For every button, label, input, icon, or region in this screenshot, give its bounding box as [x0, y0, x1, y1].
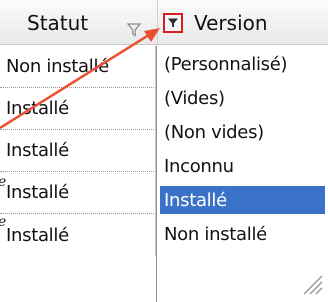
row-status: Installé: [6, 140, 69, 161]
filter-option[interactable]: (Non vides): [160, 118, 325, 146]
column-header-version[interactable]: Version: [158, 0, 328, 45]
filter-dropdown-list[interactable]: (Personnalisé) (Vides) (Non vides) Incon…: [156, 46, 328, 302]
table-row[interactable]: Installé: [0, 172, 156, 214]
grid-rows: Non installé Installé Installé Installé …: [0, 46, 156, 302]
funnel-filter-icon[interactable]: [127, 23, 141, 37]
column-header-version-label: Version: [194, 10, 268, 35]
filter-option-selected[interactable]: Installé: [160, 186, 325, 214]
column-header-statut-label: Statut: [27, 10, 89, 35]
grid-header: Statut Version: [0, 0, 328, 45]
side-text-fragment: e: [0, 174, 6, 190]
table-row[interactable]: Installé: [0, 214, 156, 256]
row-status: Installé: [6, 98, 69, 119]
row-status: Non installé: [6, 56, 109, 77]
filter-option[interactable]: (Vides): [160, 84, 325, 112]
table-row[interactable]: Installé: [0, 88, 156, 130]
table-row[interactable]: Installé: [0, 130, 156, 172]
column-header-statut[interactable]: Statut: [0, 0, 158, 45]
filter-option[interactable]: (Personnalisé): [160, 50, 325, 78]
filter-option[interactable]: Inconnu: [160, 152, 325, 180]
row-status: Installé: [6, 224, 69, 246]
filter-option[interactable]: Non installé: [160, 220, 325, 248]
resize-grip-icon[interactable]: [296, 268, 324, 296]
table-row[interactable]: Non installé: [0, 46, 156, 88]
side-text-fragment: e: [0, 214, 6, 230]
row-status: Installé: [6, 182, 69, 203]
